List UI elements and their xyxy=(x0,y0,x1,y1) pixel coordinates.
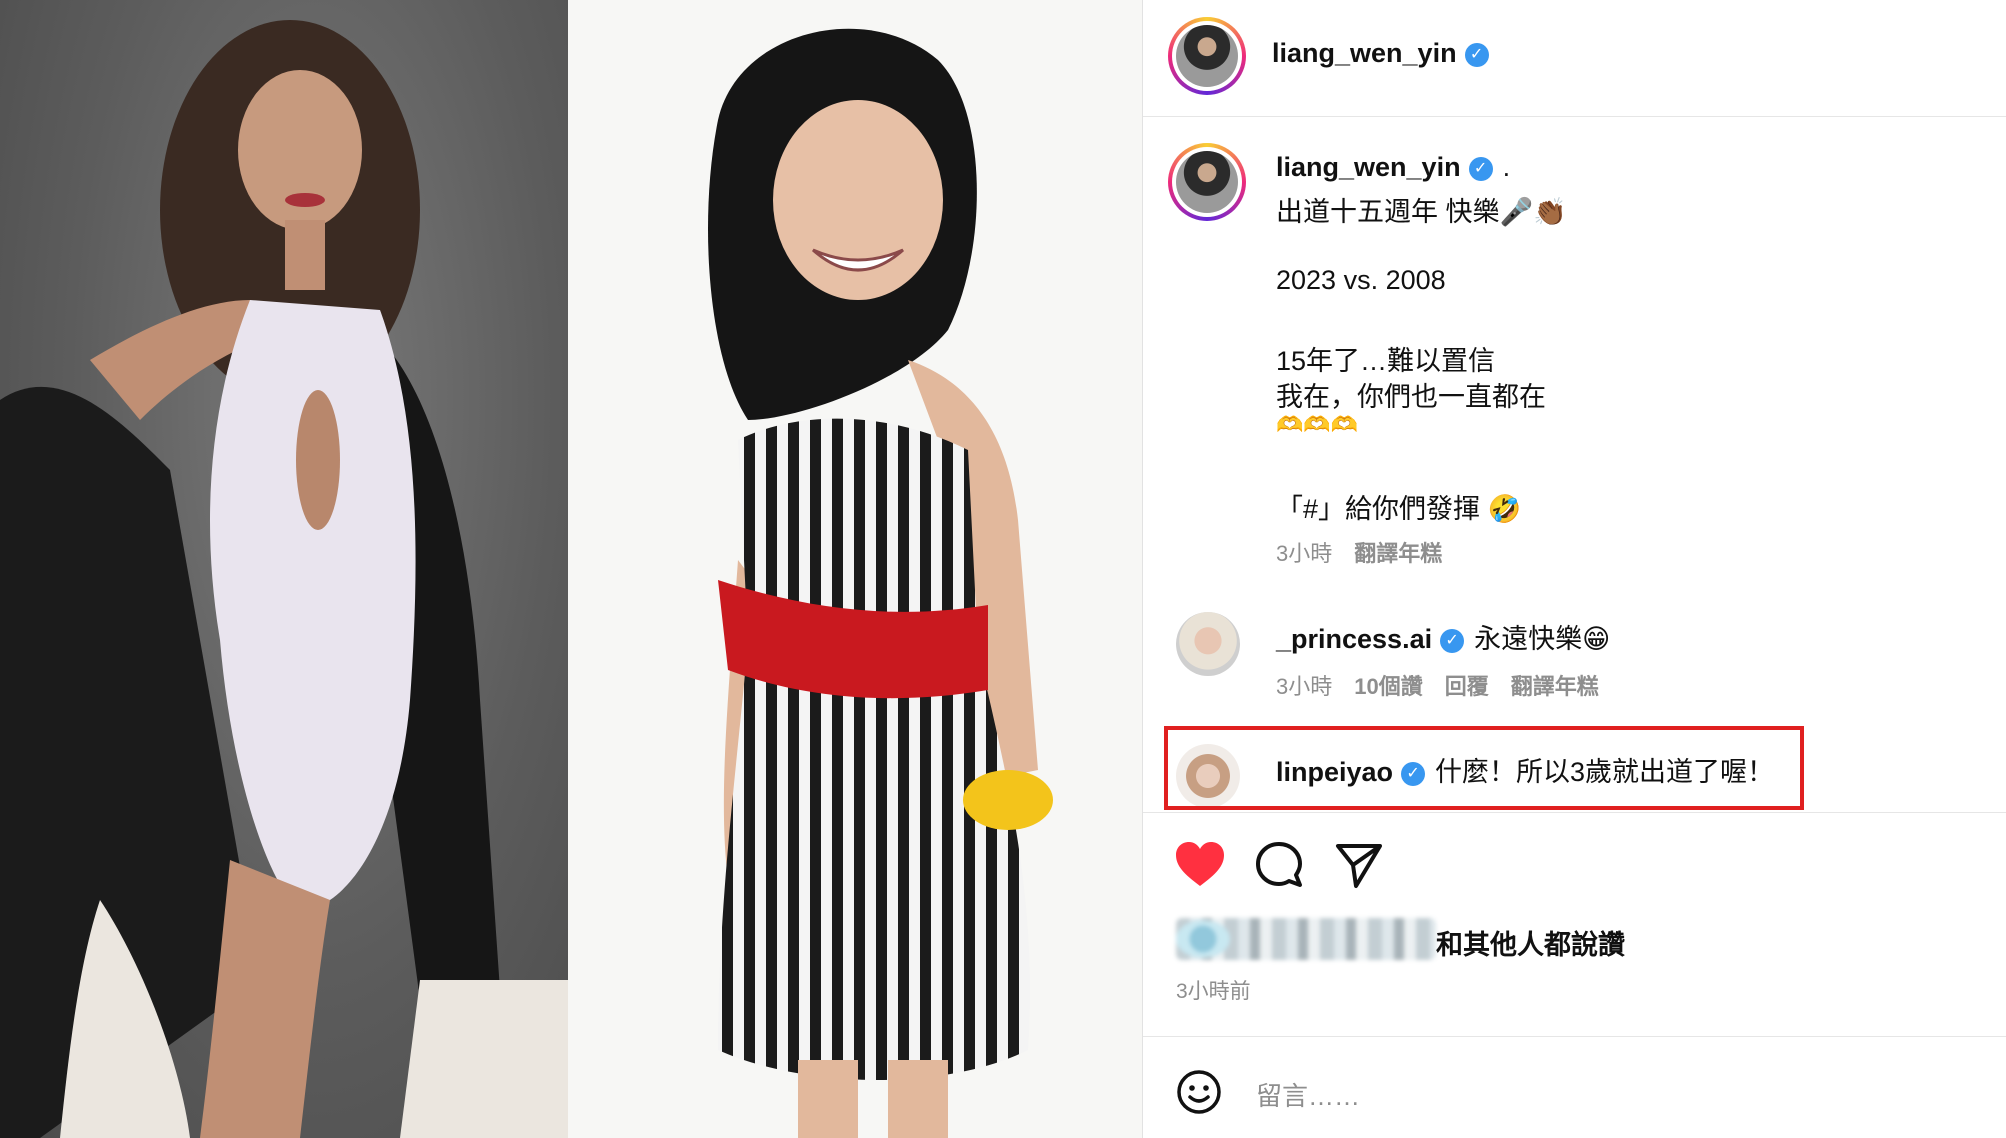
post-panel xyxy=(1143,0,2006,1138)
comment-1-likes[interactable]: 10個讚 xyxy=(1354,674,1422,699)
caption-time: 3小時 xyxy=(1276,541,1333,566)
comment-highlight-box xyxy=(1164,726,1804,810)
caption-avatar[interactable] xyxy=(1168,143,1246,221)
caption-line-6: 「#」給你們發揮 🤣 xyxy=(1276,494,1522,524)
emoji-icon[interactable] xyxy=(1176,1069,1222,1115)
liked-by-blurred-names xyxy=(1176,918,1436,960)
caption-translate-link[interactable]: 翻譯年糕 xyxy=(1354,541,1442,566)
likes-text[interactable]: 和其他人都說讚 xyxy=(1436,923,1625,962)
comment-1-username[interactable]: _princess.ai xyxy=(1276,624,1432,654)
heart-icon[interactable] xyxy=(1174,840,1226,888)
comment-1-time: 3小時 xyxy=(1276,674,1333,699)
comment-1-row: _princess.ai ✓ 永遠快樂😁 xyxy=(1276,617,1610,656)
header-divider xyxy=(1143,116,2006,117)
caption-username-text[interactable]: liang_wen_yin xyxy=(1276,152,1461,182)
caption-line-5: 🫶🫶🫶 xyxy=(1276,412,1359,437)
verified-icon: ✓ xyxy=(1464,42,1489,67)
share-icon[interactable] xyxy=(1334,840,1384,890)
comment-1-meta: 3小時 10個讚 回覆 翻譯年糕 xyxy=(1276,669,1599,701)
caption-trailing-dot: . xyxy=(1502,152,1511,182)
verified-icon: ✓ xyxy=(1468,156,1493,181)
comment-icon[interactable] xyxy=(1254,840,1304,890)
comment-input[interactable]: 留言…… xyxy=(1256,1076,1360,1113)
post-photo-2008 xyxy=(568,0,1142,1138)
comment-avatar-princess[interactable] xyxy=(1176,612,1240,676)
caption-line-1: 出道十五週年 快樂🎤👏🏾 xyxy=(1276,197,1567,227)
woman-striped-dress-illustration xyxy=(708,28,1053,1138)
verified-icon: ✓ xyxy=(1440,628,1465,653)
caption-line-2: 2023 vs. 2008 xyxy=(1276,265,1446,295)
comment-1-text: 永遠快樂😁 xyxy=(1474,624,1611,654)
actions-divider xyxy=(1143,812,2006,813)
caption-meta: 3小時 翻譯年糕 xyxy=(1276,536,1442,568)
caption-line-3: 15年了…難以置信 xyxy=(1276,346,1496,376)
header-username[interactable]: liang_wen_yin ✓ xyxy=(1272,38,1489,69)
woman-white-swimsuit-illustration xyxy=(0,20,568,1138)
post-photo-2023 xyxy=(0,0,568,1138)
header-username-text[interactable]: liang_wen_yin xyxy=(1272,38,1457,68)
comment-1-reply-button[interactable]: 回覆 xyxy=(1445,674,1489,699)
comment-box-divider xyxy=(1143,1036,2006,1037)
post-time: 3小時前 xyxy=(1176,980,1251,1003)
caption-line-4: 我在，你們也一直都在 xyxy=(1276,382,1546,412)
comment-1-translate-link[interactable]: 翻譯年糕 xyxy=(1511,674,1599,699)
caption-username[interactable]: liang_wen_yin ✓. xyxy=(1276,152,1510,183)
header-avatar[interactable] xyxy=(1168,17,1246,95)
